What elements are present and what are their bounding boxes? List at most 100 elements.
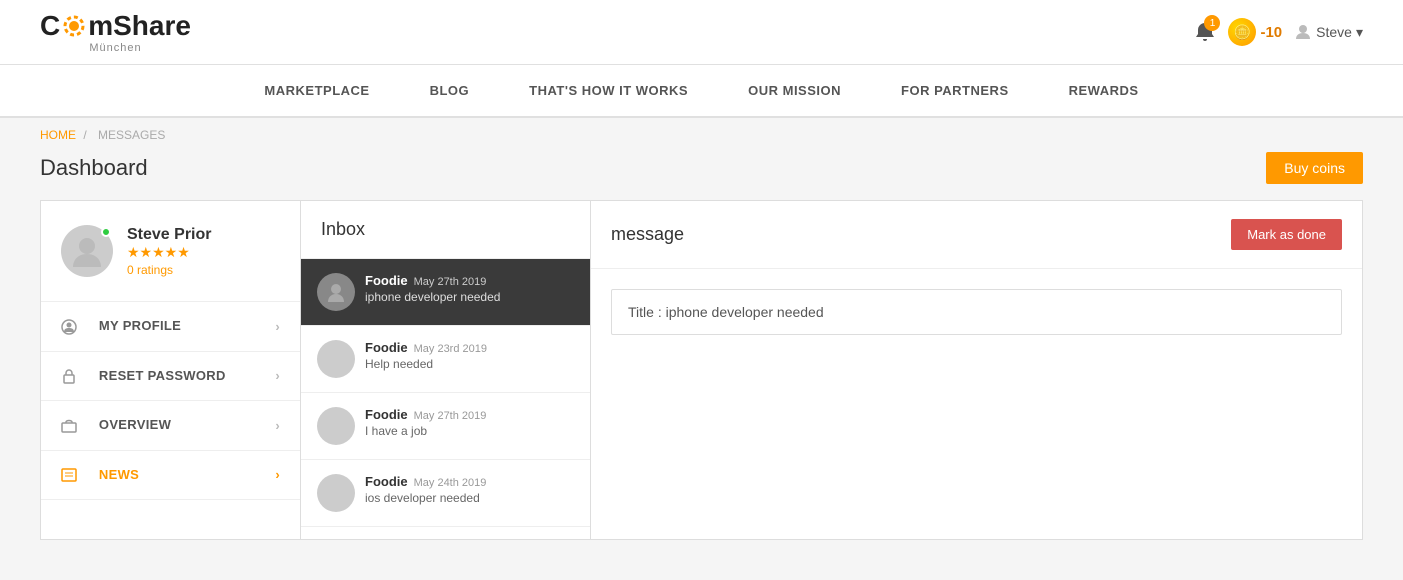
sender-name: Foodie	[365, 340, 408, 355]
avatar-svg-icon	[324, 280, 348, 304]
nav-marketplace[interactable]: MARKETPLACE	[234, 65, 399, 116]
breadcrumb-current: MESSAGES	[98, 128, 165, 142]
message-content: Foodie May 23rd 2019 Help needed	[365, 340, 487, 371]
newspaper-icon	[61, 467, 77, 483]
message-time: May 27th 2019	[414, 410, 487, 422]
logo-subtitle: München	[89, 42, 141, 54]
message-preview: ios developer needed	[365, 491, 486, 505]
notification-button[interactable]: 1	[1194, 21, 1216, 43]
dashboard-card: Steve Prior ★★★★★ 0 ratings MY PROFILE	[40, 200, 1363, 540]
message-preview: Help needed	[365, 357, 487, 371]
main-nav: MARKETPLACE BLOG THAT'S HOW IT WORKS OUR…	[0, 65, 1403, 118]
message-top: Foodie May 23rd 2019	[365, 340, 487, 355]
message-panel-title: message	[611, 224, 684, 245]
sender-avatar	[317, 407, 355, 445]
user-ratings: 0 ratings	[127, 263, 211, 277]
avatar	[61, 225, 113, 277]
user-icon	[1294, 23, 1312, 41]
overview-label: OVERVIEW	[99, 417, 171, 432]
message-top: Foodie May 24th 2019	[365, 474, 486, 489]
message-time: May 24th 2019	[414, 477, 487, 489]
message-item[interactable]: Foodie May 24th 2019 ios developer neede…	[301, 460, 590, 527]
briefcase-icon	[61, 417, 89, 432]
news-icon	[61, 467, 89, 482]
sender-name: Foodie	[365, 474, 408, 489]
inbox-panel: Inbox Foodie May 27th 2019 iphone develo…	[301, 201, 591, 539]
user-info: Steve Prior ★★★★★ 0 ratings	[41, 201, 300, 302]
user-details: Steve Prior ★★★★★ 0 ratings	[127, 226, 211, 277]
nav-for-partners[interactable]: FOR PARTNERS	[871, 65, 1039, 116]
header-right: 1 🪙 -10 Steve ▾	[1194, 18, 1363, 46]
message-item[interactable]: Foodie May 27th 2019 iphone developer ne…	[301, 259, 590, 326]
lock-svg-icon	[61, 368, 77, 384]
sender-name: Foodie	[365, 407, 408, 422]
sidebar-panel: Steve Prior ★★★★★ 0 ratings MY PROFILE	[41, 201, 301, 539]
avatar-svg-icon	[324, 414, 348, 438]
message-content: Foodie May 24th 2019 ios developer neede…	[365, 474, 486, 505]
breadcrumb: HOME / MESSAGES	[0, 118, 1403, 152]
message-time: May 27th 2019	[414, 276, 487, 288]
reset-password-item[interactable]: RESET PASSWORD ›	[41, 352, 300, 402]
dashboard-title: Dashboard	[40, 155, 148, 181]
message-top: Foodie May 27th 2019	[365, 273, 500, 288]
avatar-svg-icon	[324, 481, 348, 505]
message-content: Foodie May 27th 2019 I have a job	[365, 407, 486, 438]
nav-rewards[interactable]: REWARDS	[1039, 65, 1169, 116]
breadcrumb-home[interactable]: HOME	[40, 128, 76, 142]
header: C mShare München 1 🪙 -10	[0, 0, 1403, 65]
sender-avatar	[317, 340, 355, 378]
notification-badge: 1	[1204, 15, 1220, 31]
chevron-right-icon: ›	[275, 467, 280, 482]
sender-avatar	[317, 273, 355, 311]
profile-icon	[61, 318, 89, 333]
inbox-title: Inbox	[301, 201, 590, 259]
overview-item[interactable]: OVERVIEW ›	[41, 401, 300, 451]
user-stars: ★★★★★	[127, 244, 211, 261]
message-header: message Mark as done	[591, 201, 1362, 269]
dashboard-header: Dashboard Buy coins	[40, 152, 1363, 184]
briefcase-svg-icon	[61, 418, 77, 434]
main-content: Dashboard Buy coins Steve Prior ★★★★★ 0 …	[0, 152, 1403, 580]
message-panel: message Mark as done Title : iphone deve…	[591, 201, 1362, 539]
user-circle-icon	[61, 319, 77, 335]
logo: C mShare München	[40, 10, 191, 54]
avatar-svg-icon	[324, 347, 348, 371]
news-label: NEWS	[99, 467, 139, 482]
message-item[interactable]: Foodie May 27th 2019 I have a job	[301, 393, 590, 460]
user-menu-button[interactable]: Steve ▾	[1294, 23, 1363, 41]
sender-name: Foodie	[365, 273, 408, 288]
message-title-box: Title : iphone developer needed	[611, 289, 1342, 335]
chevron-right-icon: ›	[275, 368, 280, 383]
mark-as-done-button[interactable]: Mark as done	[1231, 219, 1342, 250]
chevron-right-icon: ›	[275, 418, 280, 433]
logo-text-c: C	[40, 10, 60, 42]
user-full-name: Steve Prior	[127, 226, 211, 244]
news-item[interactable]: NEWS ›	[41, 451, 300, 501]
reset-password-label: RESET PASSWORD	[99, 368, 226, 383]
message-item[interactable]: Foodie May 23rd 2019 Help needed	[301, 326, 590, 393]
logo-gear-icon	[61, 13, 87, 39]
chevron-right-icon: ›	[275, 319, 280, 334]
online-indicator	[101, 227, 111, 237]
message-preview: iphone developer needed	[365, 290, 500, 304]
lock-icon	[61, 368, 89, 383]
message-time: May 23rd 2019	[414, 343, 487, 355]
message-preview: I have a job	[365, 424, 486, 438]
coin-icon: 🪙	[1228, 18, 1256, 46]
coin-button[interactable]: 🪙 -10	[1228, 18, 1282, 46]
breadcrumb-separator: /	[83, 128, 86, 142]
dropdown-arrow: ▾	[1356, 24, 1363, 41]
sender-avatar	[317, 474, 355, 512]
nav-our-mission[interactable]: OUR MISSION	[718, 65, 871, 116]
buy-coins-button[interactable]: Buy coins	[1266, 152, 1363, 184]
nav-how-it-works[interactable]: THAT'S HOW IT WORKS	[499, 65, 718, 116]
avatar-icon	[69, 233, 105, 269]
coin-amount: -10	[1260, 24, 1282, 41]
nav-blog[interactable]: BLOG	[400, 65, 500, 116]
message-top: Foodie May 27th 2019	[365, 407, 486, 422]
message-content: Foodie May 27th 2019 iphone developer ne…	[365, 273, 500, 304]
my-profile-item[interactable]: MY PROFILE ›	[41, 302, 300, 352]
logo-text-rest: mShare	[88, 10, 191, 42]
my-profile-label: MY PROFILE	[99, 318, 181, 333]
user-name: Steve	[1316, 24, 1352, 40]
